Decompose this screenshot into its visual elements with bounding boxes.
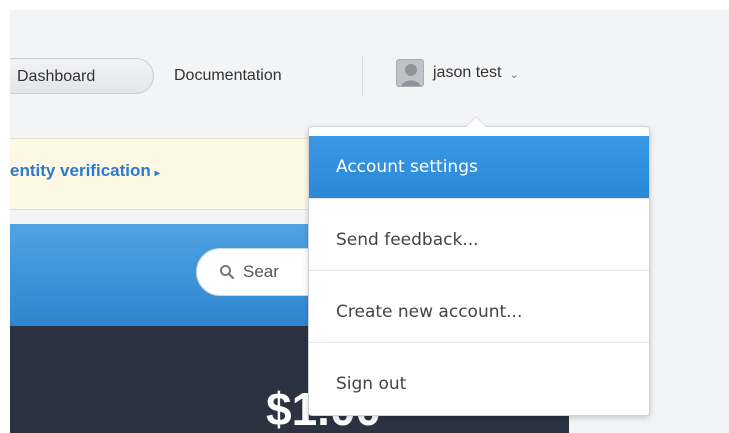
menu-item-account-settings[interactable]: Account settings — [309, 136, 649, 198]
dropdown-arrow — [465, 116, 487, 127]
app-frame: Dashboard Documentation jason test ⌄ ent… — [10, 10, 729, 433]
menu-item-create-new-account[interactable]: Create new account... — [309, 281, 649, 343]
user-silhouette-icon — [401, 64, 421, 86]
verification-banner: entity verification ▸ — [10, 138, 350, 210]
verification-link-label: entity verification — [10, 161, 151, 180]
menu-divider — [309, 342, 649, 343]
nav-documentation-link[interactable]: Documentation — [174, 67, 282, 85]
nav-dashboard-label: Dashboard — [17, 68, 96, 85]
nav-divider — [362, 56, 363, 96]
search-icon — [220, 265, 235, 280]
verification-link[interactable]: entity verification ▸ — [10, 161, 160, 181]
nav-dashboard-tab[interactable]: Dashboard — [10, 58, 154, 94]
user-name: jason test — [433, 64, 502, 81]
menu-item-sign-out[interactable]: Sign out — [309, 353, 649, 415]
menu-divider — [309, 270, 649, 271]
menu-divider — [309, 198, 649, 199]
avatar — [396, 59, 424, 87]
menu-item-send-feedback[interactable]: Send feedback... — [309, 209, 649, 271]
user-menu-toggle[interactable]: jason test ⌄ — [396, 57, 519, 89]
chevron-down-icon: ⌄ — [509, 68, 519, 81]
caret-right-icon: ▸ — [154, 168, 160, 179]
account-dropdown-menu: Account settings Send feedback... Create… — [308, 116, 650, 416]
search-placeholder: Sear — [243, 262, 279, 281]
